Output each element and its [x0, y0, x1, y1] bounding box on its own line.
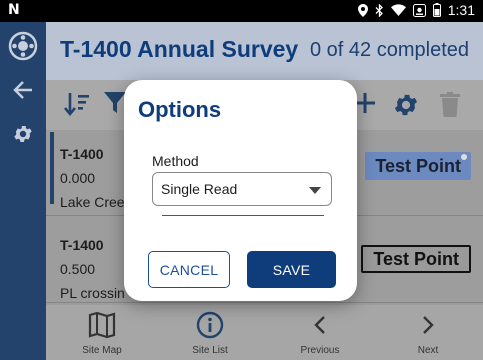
back-arrow-icon [13, 81, 32, 99]
dropdown-arrow-icon [309, 187, 321, 194]
brand-glyph: N [8, 2, 20, 18]
filter-icon[interactable] [104, 90, 126, 116]
sort-icon[interactable] [64, 90, 90, 118]
test-point-label: Test Point [375, 155, 461, 176]
settings-icon[interactable] [392, 91, 420, 119]
method-label: Method [152, 153, 199, 169]
cancel-button[interactable]: CANCEL [148, 251, 230, 288]
nav-label: Previous [300, 345, 340, 356]
wifi-icon [390, 4, 406, 16]
add-icon[interactable] [354, 92, 376, 114]
test-point-label: Test Point [373, 248, 459, 269]
progress-count: 0 of 42 completed [310, 39, 469, 61]
app-menu-icon [8, 31, 38, 61]
info-icon [196, 311, 224, 339]
site-id: T-1400 [60, 237, 104, 253]
page-title: T-1400 Annual Survey [60, 36, 299, 62]
test-point-badge[interactable]: Test Point [365, 152, 471, 180]
nav-label: Next [417, 345, 439, 356]
status-icons: 1:31 [357, 2, 475, 18]
site-value: 0.500 [60, 261, 96, 277]
divider [162, 215, 324, 216]
status-bar: N 1:31 [0, 0, 483, 22]
delete-icon[interactable] [440, 92, 460, 118]
battery-icon [432, 3, 441, 17]
options-dialog: Options Method Single Read CANCEL SAVE [124, 80, 357, 301]
side-rail [0, 22, 46, 360]
page-header: T-1400 Annual Survey 0 of 42 completed [46, 22, 483, 80]
bluetooth-icon [375, 3, 383, 17]
site-id: T-1400 [60, 146, 104, 162]
site-location: PL crossin [60, 285, 125, 301]
test-point-badge[interactable]: Test Point [361, 245, 471, 273]
location-icon [357, 3, 368, 17]
map-icon [88, 311, 116, 339]
site-location: Lake Cree [60, 194, 125, 210]
nfc-icon [412, 3, 426, 17]
settings-icon [14, 126, 32, 142]
app-menu-button[interactable] [0, 26, 46, 66]
rail-settings-button[interactable] [0, 114, 46, 154]
chevron-left-icon [314, 316, 325, 334]
back-button[interactable] [0, 70, 46, 110]
method-select[interactable]: Single Read [152, 172, 332, 206]
nav-label: Site Map [82, 345, 122, 356]
nav-label: Site List [192, 345, 228, 356]
bottom-navigation: Site Map Site List Previous Next [46, 305, 483, 360]
selected-indicator [50, 132, 54, 204]
site-value: 0.000 [60, 170, 96, 186]
clock-time: 1:31 [447, 2, 475, 18]
nav-previous[interactable]: Previous [270, 305, 370, 360]
nav-site-map[interactable]: Site Map [52, 305, 152, 360]
dialog-title: Options [138, 97, 222, 122]
save-button[interactable]: SAVE [247, 251, 336, 288]
nav-next[interactable]: Next [378, 305, 478, 360]
nav-site-list[interactable]: Site List [160, 305, 260, 360]
method-value: Single Read [161, 181, 238, 197]
badge-dot [461, 154, 467, 160]
chevron-right-icon [423, 316, 434, 334]
